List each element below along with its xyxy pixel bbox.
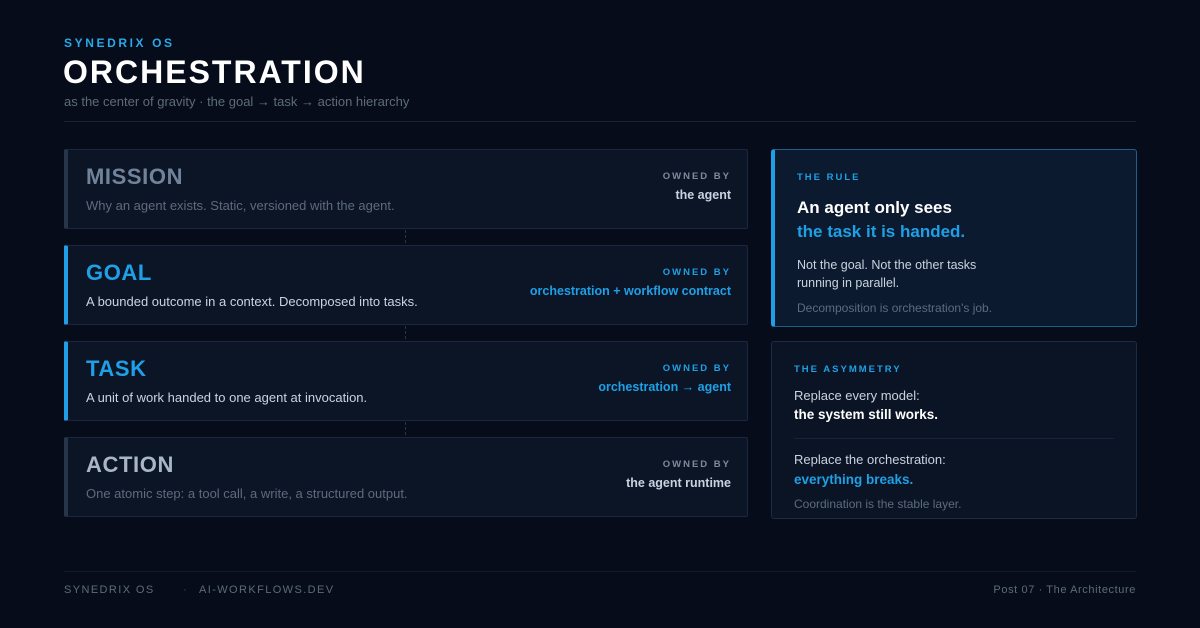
layer-card-action: ACTION One atomic step: a tool call, a w… xyxy=(64,437,748,517)
page-title: ORCHESTRATION xyxy=(63,54,366,90)
layer-description: One atomic step: a tool call, a write, a… xyxy=(86,486,408,501)
asymmetry-divider xyxy=(794,438,1114,439)
layer-name: ACTION xyxy=(86,452,174,477)
footer-brand: SYNEDRIX OS xyxy=(64,584,155,596)
owned-by-label: OWNED BY xyxy=(662,171,731,182)
owned-by-label: OWNED BY xyxy=(662,459,731,470)
rule-body: Not the goal. Not the other tasks runnin… xyxy=(797,256,1117,292)
footer-divider xyxy=(64,571,1136,572)
layer-name: GOAL xyxy=(86,260,152,285)
asymmetry-card: THE ASYMMETRY Replace every model: the s… xyxy=(771,341,1137,519)
brand-label: SYNEDRIX OS xyxy=(64,36,175,50)
layer-card-task: TASK A unit of work handed to one agent … xyxy=(64,341,748,421)
layer-owner: orchestration + workflow contract xyxy=(529,284,731,298)
asymmetry-line-2: the system still works. xyxy=(794,407,939,422)
owned-by-label: OWNED BY xyxy=(662,267,731,278)
header-divider xyxy=(64,121,1136,122)
rule-headline-line-2: the task it is handed. xyxy=(797,222,966,241)
asymmetry-line-4: everything breaks. xyxy=(794,472,914,487)
rule-footnote: Decomposition is orchestration's job. xyxy=(797,301,993,315)
layer-card-goal: GOAL A bounded outcome in a context. Dec… xyxy=(64,245,748,325)
layer-owner: the agent runtime xyxy=(626,476,731,490)
layer-description: A bounded outcome in a context. Decompos… xyxy=(86,294,418,309)
layer-owner: the agent xyxy=(675,188,731,202)
rule-body-line-2: running in parallel. xyxy=(797,276,900,290)
asymmetry-line-3: Replace the orchestration: xyxy=(794,452,946,467)
asymmetry-footnote: Coordination is the stable layer. xyxy=(794,497,962,511)
rule-body-line-1: Not the goal. Not the other tasks xyxy=(797,258,977,272)
layer-name: TASK xyxy=(86,356,147,381)
rule-card: THE RULE An agent only sees the task it … xyxy=(771,149,1137,327)
footer-post-label: Post 07 · The Architecture xyxy=(993,584,1136,596)
owned-by-label: OWNED BY xyxy=(662,363,731,374)
footer-separator: · xyxy=(183,584,187,596)
page-subtitle: as the center of gravity · the goal → ta… xyxy=(64,94,410,109)
rule-headline-line-1: An agent only sees xyxy=(797,198,952,217)
layer-description: Why an agent exists. Static, versioned w… xyxy=(86,198,395,213)
layer-card-mission: MISSION Why an agent exists. Static, ver… xyxy=(64,149,748,229)
rule-headline: An agent only sees the task it is handed… xyxy=(797,196,1117,244)
asymmetry-line-1: Replace every model: xyxy=(794,388,920,403)
rule-card-label: THE RULE xyxy=(797,172,861,183)
layer-name: MISSION xyxy=(86,164,184,189)
asymmetry-card-label: THE ASYMMETRY xyxy=(794,364,902,375)
layer-description: A unit of work handed to one agent at in… xyxy=(86,390,368,405)
layer-owner: orchestration → agent xyxy=(598,380,731,394)
footer-site-link[interactable]: AI-WORKFLOWS.DEV xyxy=(199,584,334,596)
